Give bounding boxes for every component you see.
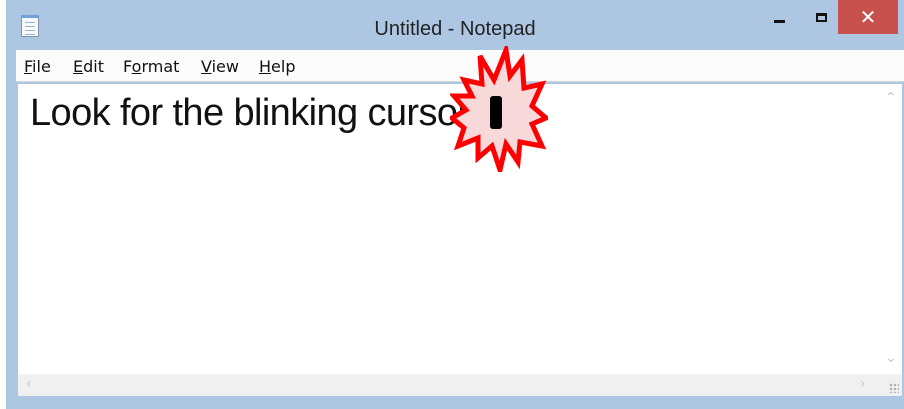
text-cursor-icon xyxy=(490,96,502,129)
starburst-highlight-icon xyxy=(450,46,548,172)
resize-grip-icon xyxy=(889,383,899,393)
menu-format[interactable]: Format xyxy=(123,57,179,76)
menu-view[interactable]: View xyxy=(201,57,239,76)
scroll-left-icon[interactable]: ‹ xyxy=(26,376,32,392)
resize-grip[interactable] xyxy=(880,374,902,396)
title-bar[interactable]: Untitled - Notepad ✕ xyxy=(6,0,904,50)
scroll-down-icon[interactable]: ⌄ xyxy=(885,350,897,366)
menu-help[interactable]: Help xyxy=(259,57,295,76)
minimize-button[interactable] xyxy=(762,0,796,34)
scroll-up-icon[interactable]: ⌃ xyxy=(885,90,897,106)
close-icon: ✕ xyxy=(859,6,877,29)
menu-edit[interactable]: Edit xyxy=(73,57,104,76)
horizontal-scrollbar[interactable]: ‹ › xyxy=(18,374,880,396)
editor-text: Look for the blinking cursor xyxy=(30,92,470,134)
close-button[interactable]: ✕ xyxy=(838,0,898,34)
maximize-button[interactable] xyxy=(804,0,838,34)
scroll-right-icon[interactable]: › xyxy=(860,376,866,392)
vertical-scrollbar[interactable]: ⌃ ⌄ xyxy=(880,84,902,374)
menu-file[interactable]: File xyxy=(24,57,51,76)
